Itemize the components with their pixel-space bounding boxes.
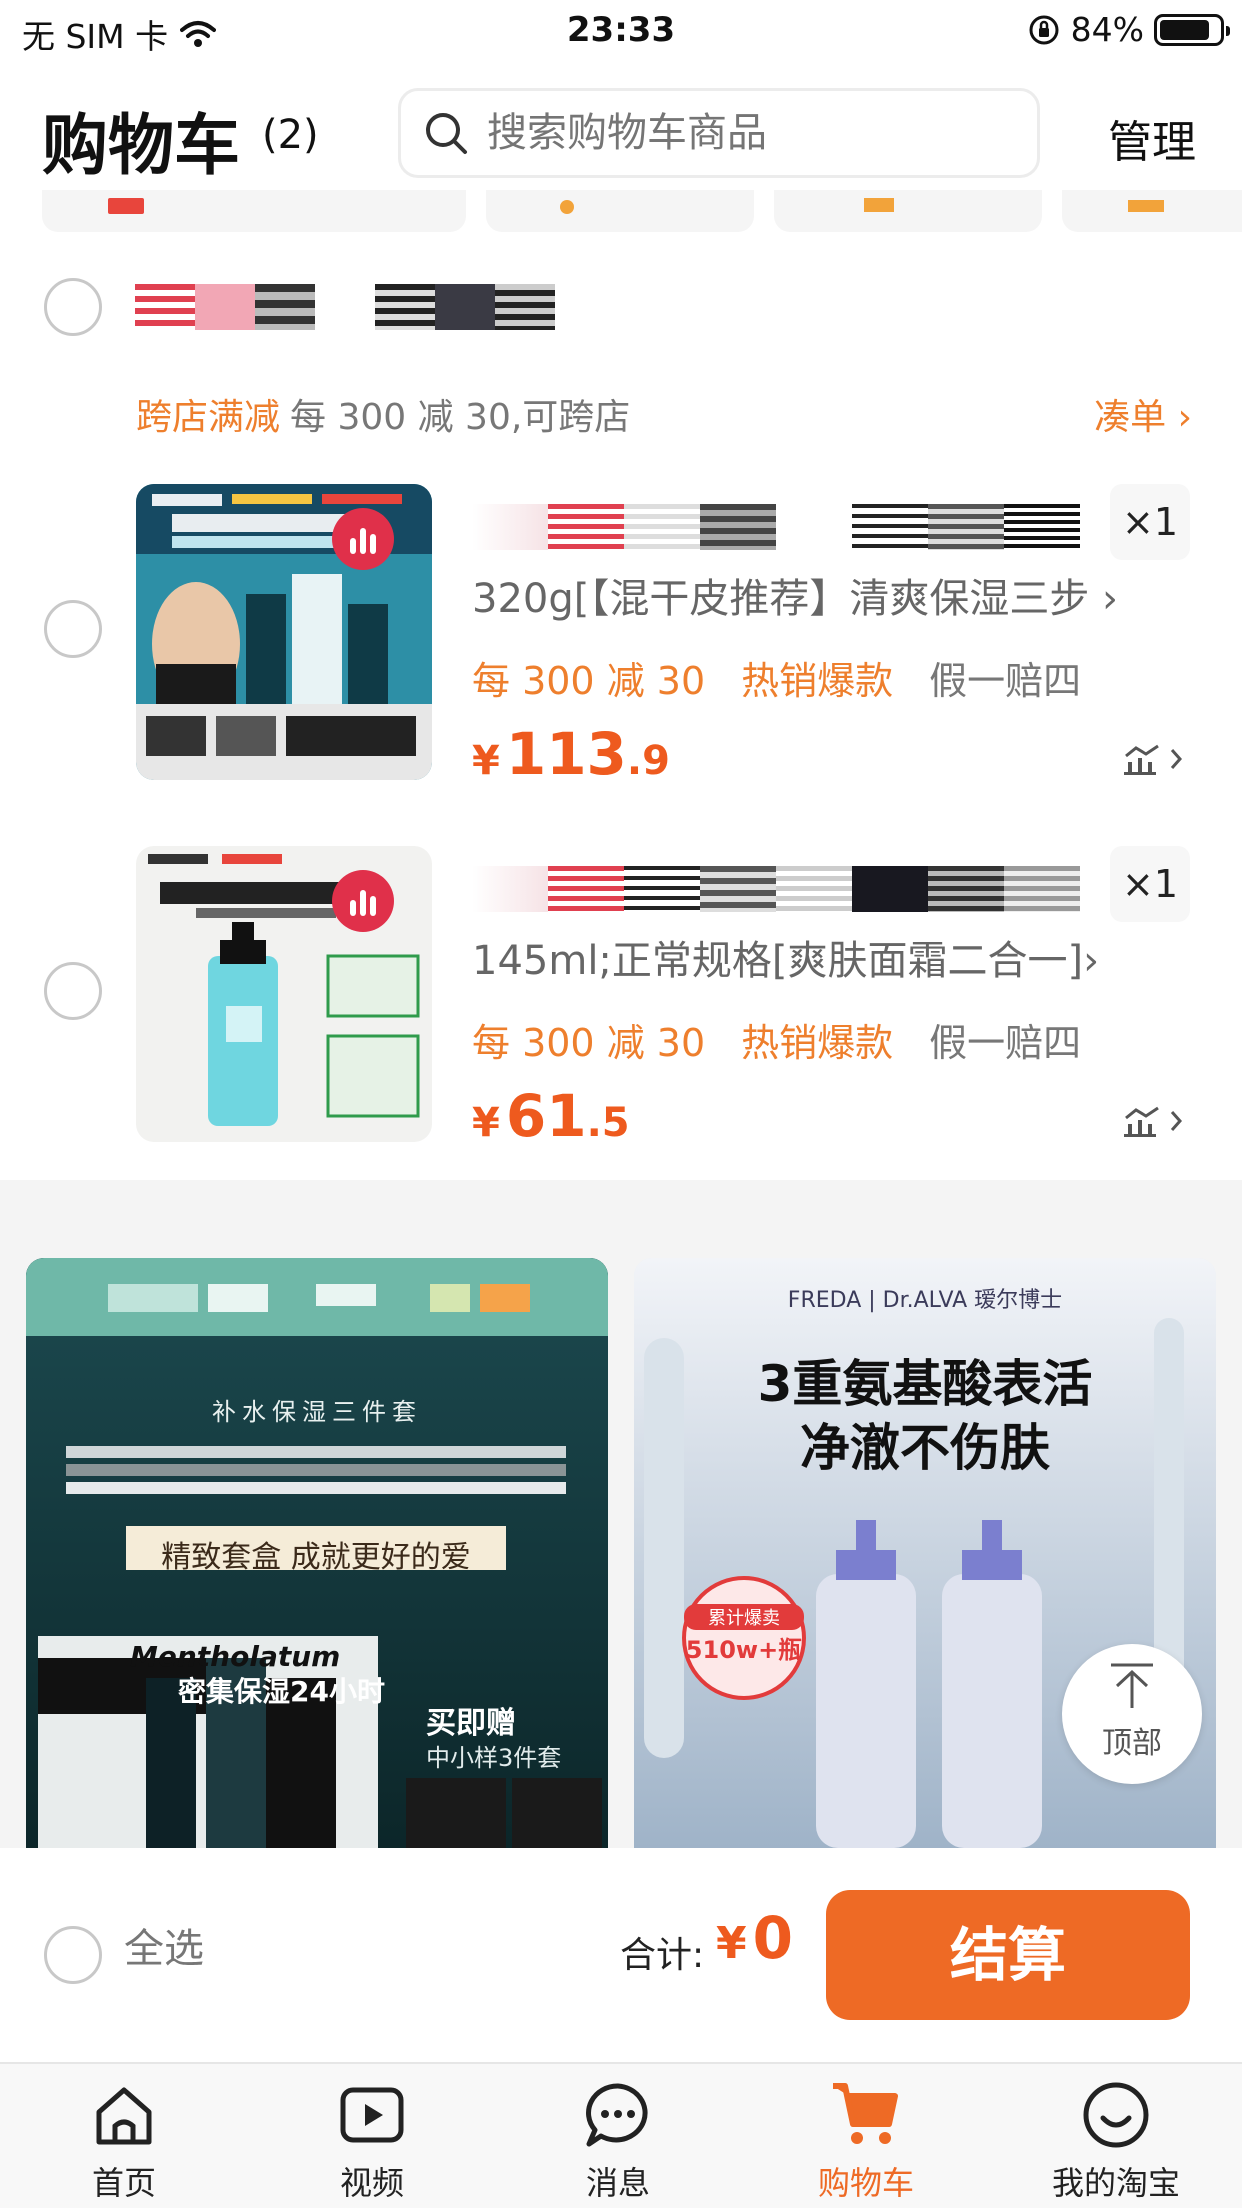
product-tags: 每 300 减 30 热销爆款 假一赔四 bbox=[472, 1012, 1081, 1067]
price-trend-icon[interactable] bbox=[1124, 742, 1186, 776]
sku-selector[interactable]: 320g[【混干皮推荐】清爽保湿三步 › bbox=[472, 566, 1118, 624]
filter-chip[interactable] bbox=[486, 190, 754, 232]
tab-my-taobao-label: 我的淘宝 bbox=[1051, 2164, 1180, 2202]
profile-icon bbox=[1083, 2082, 1149, 2148]
checkout-button[interactable]: 结算 bbox=[826, 1890, 1190, 2020]
product-image[interactable] bbox=[136, 846, 432, 1142]
select-all-label[interactable]: 全选 bbox=[124, 1916, 204, 1974]
product-price: ¥61.5 bbox=[472, 1082, 630, 1150]
discount-tag: 每 300 减 30 bbox=[472, 1021, 706, 1065]
total-label: 合计: bbox=[620, 1935, 705, 1976]
cart-item[interactable]: ×1 145ml;正常规格[爽肤面霜二合一]› 每 300 减 30 热销爆款 … bbox=[0, 846, 1242, 1150]
search-input[interactable] bbox=[487, 110, 1007, 156]
video-icon bbox=[340, 2087, 404, 2143]
total-amount: 0 bbox=[752, 1904, 793, 1972]
cart-icon bbox=[833, 2083, 898, 2144]
checkout-bar: 全选 合计: ¥0 结算 bbox=[0, 1848, 1242, 2062]
promo-tag: 跨店满减 bbox=[136, 397, 281, 438]
filter-chip[interactable] bbox=[774, 190, 1042, 232]
arrow-up-icon bbox=[1111, 1663, 1153, 1708]
message-icon bbox=[586, 2083, 648, 2147]
price-integer: 113 bbox=[505, 720, 627, 788]
recommend-banner: 精致套盒 成就更好的爱 bbox=[161, 1540, 471, 1575]
add-on-items-label: 凑单 bbox=[1094, 397, 1167, 438]
cart-search-box[interactable] bbox=[398, 88, 1040, 178]
add-on-items-link[interactable]: 凑单 › bbox=[1094, 388, 1192, 440]
battery-percent: 84% bbox=[1070, 10, 1144, 49]
cart-header: 购物车 (2) 管理 bbox=[0, 62, 1242, 190]
hot-sale-tag: 热销爆款 bbox=[741, 1021, 894, 1065]
product-tags: 每 300 减 30 热销爆款 假一赔四 bbox=[472, 650, 1081, 705]
tab-home[interactable]: 首页 bbox=[34, 2078, 214, 2204]
tab-cart[interactable]: 购物车 bbox=[776, 2078, 956, 2204]
product-image[interactable] bbox=[136, 484, 432, 780]
tab-video-label: 视频 bbox=[339, 2164, 404, 2202]
tab-messages-label: 消息 bbox=[585, 2164, 650, 2202]
status-right: 84% bbox=[1027, 10, 1230, 49]
back-to-top-button[interactable]: 顶部 bbox=[1062, 1644, 1202, 1784]
filter-chip[interactable] bbox=[42, 190, 466, 232]
product-price: ¥113.9 bbox=[472, 720, 670, 788]
tab-video[interactable]: 视频 bbox=[282, 2078, 462, 2204]
recommend-subtitle: 补水保湿三件套 bbox=[212, 1398, 422, 1426]
bar-chart-icon bbox=[350, 528, 376, 554]
price-decimal: .5 bbox=[586, 1100, 630, 1146]
tab-my-taobao[interactable]: 我的淘宝 bbox=[1026, 2078, 1206, 2204]
price-trend-icon[interactable] bbox=[1124, 1104, 1186, 1138]
recommend-gift-sub: 中小样3件套 bbox=[426, 1744, 562, 1772]
shop-name-redacted bbox=[135, 284, 555, 330]
promo-description: 每 300 减 30,可跨店 bbox=[290, 397, 631, 438]
shop-select-checkbox[interactable] bbox=[44, 278, 102, 336]
tab-bar: 首页 视频 消息 购物车 我的淘宝 bbox=[0, 2062, 1242, 2208]
item-select-checkbox[interactable] bbox=[44, 962, 102, 1020]
home-icon bbox=[96, 2087, 152, 2145]
price-integer: 61 bbox=[505, 1082, 587, 1150]
quantity-badge[interactable]: ×1 bbox=[1110, 846, 1190, 922]
battery-icon bbox=[1154, 13, 1230, 46]
cart-item[interactable]: ×1 320g[【混干皮推荐】清爽保湿三步 › 每 300 减 30 热销爆款 … bbox=[0, 484, 1242, 788]
filter-chips bbox=[0, 190, 1242, 246]
cross-store-promo: 跨店满减每 300 减 30,可跨店 凑单 › bbox=[136, 388, 1192, 440]
discount-tag: 每 300 减 30 bbox=[472, 659, 706, 703]
recommend-box-text: 密集保湿24小时 bbox=[178, 1675, 385, 1708]
price-currency: ¥ bbox=[472, 738, 500, 784]
battery-level bbox=[1160, 19, 1209, 40]
sales-badge-value: 510w+瓶 bbox=[685, 1636, 803, 1664]
item-select-checkbox[interactable] bbox=[44, 600, 102, 658]
product-title-redacted bbox=[472, 504, 1082, 550]
orientation-lock-icon bbox=[1029, 15, 1059, 44]
filter-chip[interactable] bbox=[1062, 190, 1242, 232]
price-decimal: .9 bbox=[626, 738, 670, 784]
sales-badge-label: 累计爆卖 bbox=[684, 1604, 804, 1630]
tab-home-label: 首页 bbox=[91, 2164, 156, 2202]
status-bar: 无 SIM 卡 23:33 84% bbox=[0, 0, 1242, 62]
recommend-headline: 3重氨基酸表活 bbox=[757, 1355, 1093, 1413]
product-image-badge bbox=[332, 870, 394, 932]
recommend-brand: Mentholatum bbox=[130, 1640, 341, 1673]
guarantee-tag: 假一赔四 bbox=[929, 1021, 1082, 1065]
hot-sale-tag: 热销爆款 bbox=[741, 659, 894, 703]
select-all-checkbox[interactable] bbox=[44, 1926, 102, 1984]
recommend-headline: 净澈不伤肤 bbox=[800, 1419, 1050, 1477]
total-price: ¥0 bbox=[716, 1904, 793, 1972]
recommend-card[interactable]: 补水保湿三件套 精致套盒 成就更好的爱 Mentholatum 密集保湿24小时… bbox=[26, 1258, 608, 1848]
product-image-badge bbox=[332, 508, 394, 570]
price-currency: ¥ bbox=[472, 1100, 500, 1146]
product-title-redacted bbox=[472, 866, 1082, 912]
tab-cart-label: 购物车 bbox=[817, 2164, 914, 2202]
page-title: 购物车 bbox=[42, 107, 240, 184]
manage-button[interactable]: 管理 bbox=[1108, 106, 1196, 170]
total-currency: ¥ bbox=[716, 1918, 747, 1969]
recommend-gift: 买即赠 bbox=[426, 1706, 516, 1741]
recommend-brands: FREDA | Dr.ALVA 瑷尔博士 bbox=[787, 1288, 1063, 1313]
shop-card: 跨店满减每 300 减 30,可跨店 凑单 › ×1 320g[【混干皮推荐】清… bbox=[0, 246, 1242, 1180]
search-icon bbox=[426, 113, 467, 154]
quantity-badge[interactable]: ×1 bbox=[1110, 484, 1190, 560]
guarantee-tag: 假一赔四 bbox=[929, 659, 1082, 703]
tab-messages[interactable]: 消息 bbox=[528, 2078, 708, 2204]
sku-selector[interactable]: 145ml;正常规格[爽肤面霜二合一]› bbox=[472, 928, 1099, 986]
cart-item-count: (2) bbox=[262, 112, 319, 158]
back-to-top-label: 顶部 bbox=[1102, 1726, 1162, 1761]
bar-chart-icon bbox=[350, 890, 376, 916]
